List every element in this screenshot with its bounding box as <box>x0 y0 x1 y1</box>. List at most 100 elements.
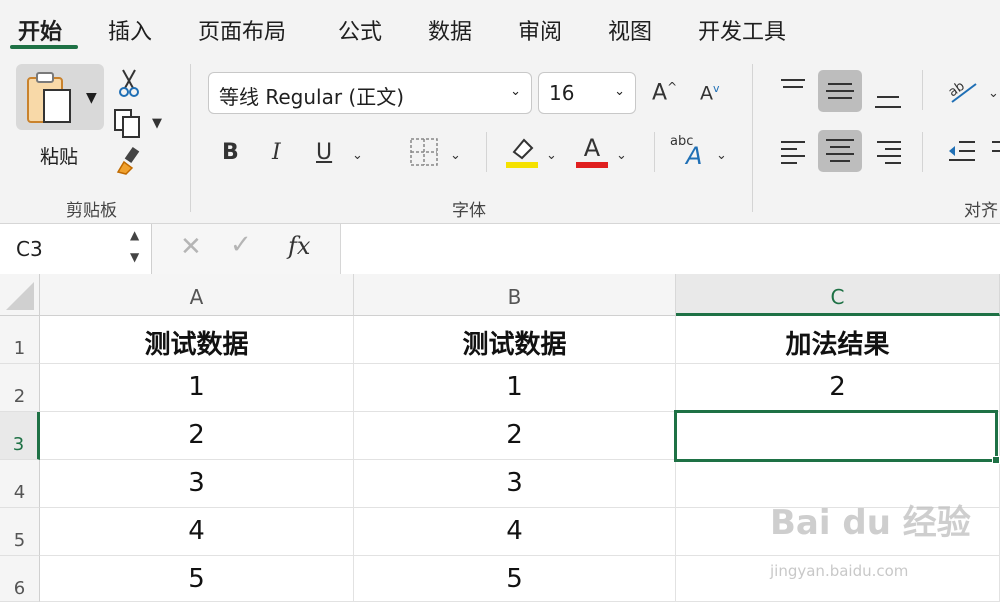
align-top-button[interactable] <box>778 76 808 100</box>
worksheet-grid: A B C 1 测试数据 测试数据 加法结果 2 1 1 2 3 2 2 4 3… <box>0 274 1000 602</box>
row-header-2[interactable]: 2 <box>0 364 40 412</box>
paste-button[interactable]: ▼ 粘贴 <box>16 64 104 186</box>
ribbon-separator <box>190 64 191 212</box>
brush-icon <box>116 146 140 175</box>
decrease-indent-button[interactable] <box>946 136 978 166</box>
font-color-dropdown-chevron-icon[interactable]: ⌄ <box>616 148 627 163</box>
active-cell-border <box>674 410 998 462</box>
cancel-icon[interactable]: ✕ <box>180 232 202 262</box>
chevron-down-icon: ⌄ <box>510 84 521 99</box>
increase-indent-icon <box>992 141 1000 152</box>
tab-home[interactable]: 开始 <box>18 14 62 46</box>
tab-developer[interactable]: 开发工具 <box>698 14 786 46</box>
row-header-3[interactable]: 3 <box>0 412 40 460</box>
align-bottom-button[interactable] <box>872 84 904 112</box>
ribbon-panel: ▼ 粘贴 ▼ 剪贴板 等线 Regular (正文) ⌄ 16 ⌄ A^ Av … <box>0 56 1000 224</box>
ribbon-separator <box>486 132 487 172</box>
ribbon-separator <box>922 132 923 172</box>
cell-c1[interactable]: 加法结果 <box>676 316 1000 364</box>
tab-data[interactable]: 数据 <box>428 14 472 46</box>
formula-controls: ✕ ✓ fx <box>152 224 340 274</box>
fill-handle[interactable] <box>992 456 1000 464</box>
select-all-triangle-icon <box>6 282 34 310</box>
ribbon-tab-bar: 开始 插入 页面布局 公式 数据 审阅 视图 开发工具 <box>0 0 1000 56</box>
shrink-font-button[interactable]: Av <box>700 82 720 104</box>
cell-b2[interactable]: 1 <box>354 364 676 412</box>
row-header-1[interactable]: 1 <box>0 316 40 364</box>
formula-bar: C3 ▲ ▼ ✕ ✓ fx <box>0 224 1000 274</box>
orientation-button[interactable]: ab <box>946 76 980 106</box>
borders-dropdown-chevron-icon[interactable]: ⌄ <box>450 148 461 163</box>
copy-icon <box>114 109 140 138</box>
tab-review[interactable]: 审阅 <box>518 14 562 46</box>
increase-indent-button[interactable] <box>992 136 1000 166</box>
row-header-5[interactable]: 5 <box>0 508 40 556</box>
baidu-watermark-url: jingyan.baidu.com <box>770 562 909 580</box>
column-header-a[interactable]: A <box>40 274 354 316</box>
column-header-c[interactable]: C <box>676 274 1000 316</box>
align-left-button[interactable] <box>778 136 808 166</box>
tab-view[interactable]: 视图 <box>608 14 652 46</box>
text-effects-button[interactable]: abc A <box>670 134 710 170</box>
select-all-button[interactable] <box>0 274 40 316</box>
cell-a5[interactable]: 4 <box>40 508 354 556</box>
highlight-dropdown-chevron-icon[interactable]: ⌄ <box>546 148 557 163</box>
underline-button[interactable]: U <box>316 140 332 165</box>
row-header-4[interactable]: 4 <box>0 460 40 508</box>
tab-formulas[interactable]: 公式 <box>338 14 382 46</box>
name-box[interactable]: C3 ▲ ▼ <box>0 224 152 274</box>
format-painter-button[interactable] <box>114 146 144 176</box>
row-header-6[interactable]: 6 <box>0 556 40 602</box>
cell-b3[interactable]: 2 <box>354 412 676 460</box>
align-center-button[interactable] <box>818 130 862 172</box>
paste-dropdown-chevron-icon[interactable]: ▼ <box>86 90 97 106</box>
font-color-button[interactable]: A <box>576 134 608 170</box>
formula-input[interactable] <box>340 224 1000 274</box>
font-name-value: 等线 Regular (正文) <box>219 85 405 109</box>
insert-function-button[interactable]: fx <box>288 232 310 260</box>
font-name-select[interactable]: 等线 Regular (正文) ⌄ <box>208 72 532 114</box>
cell-b4[interactable]: 3 <box>354 460 676 508</box>
fill-color-icon <box>506 138 538 168</box>
text-effects-dropdown-chevron-icon[interactable]: ⌄ <box>716 148 727 163</box>
align-left-icon <box>781 141 805 164</box>
align-bottom-icon <box>875 96 901 108</box>
cell-b6[interactable]: 5 <box>354 556 676 602</box>
borders-button[interactable] <box>408 136 440 168</box>
italic-button[interactable]: I <box>272 140 281 165</box>
align-middle-icon <box>826 83 854 99</box>
cell-c2[interactable]: 2 <box>676 364 1000 412</box>
active-tab-indicator <box>10 45 78 49</box>
cell-a1[interactable]: 测试数据 <box>40 316 354 364</box>
cell-a4[interactable]: 3 <box>40 460 354 508</box>
decrease-indent-icon <box>949 141 975 161</box>
cell-a3[interactable]: 2 <box>40 412 354 460</box>
highlight-button[interactable] <box>506 134 538 170</box>
clipboard-group-label: 剪贴板 <box>66 201 117 221</box>
cell-a6[interactable]: 5 <box>40 556 354 602</box>
name-box-down-icon[interactable]: ▼ <box>130 250 139 264</box>
tab-page-layout[interactable]: 页面布局 <box>198 14 286 46</box>
copy-button[interactable] <box>112 108 142 138</box>
tab-insert[interactable]: 插入 <box>108 14 152 46</box>
font-size-value: 16 <box>549 81 575 105</box>
copy-dropdown-chevron-icon[interactable]: ▼ <box>152 116 162 131</box>
align-right-button[interactable] <box>874 136 904 166</box>
bold-button[interactable]: B <box>222 140 239 165</box>
font-size-select[interactable]: 16 ⌄ <box>538 72 636 114</box>
align-center-icon <box>826 139 854 162</box>
underline-dropdown-chevron-icon[interactable]: ⌄ <box>352 148 363 163</box>
cell-b5[interactable]: 4 <box>354 508 676 556</box>
font-color-icon: A <box>583 134 601 162</box>
cell-a2[interactable]: 1 <box>40 364 354 412</box>
scissors-icon <box>119 69 139 97</box>
cut-button[interactable] <box>116 68 142 98</box>
cell-b1[interactable]: 测试数据 <box>354 316 676 364</box>
name-box-up-icon[interactable]: ▲ <box>130 228 139 242</box>
orientation-dropdown-chevron-icon[interactable]: ⌄ <box>988 86 999 101</box>
confirm-check-icon[interactable]: ✓ <box>230 230 252 260</box>
grow-font-button[interactable]: A^ <box>652 80 677 105</box>
column-header-b[interactable]: B <box>354 274 676 316</box>
align-middle-button[interactable] <box>818 70 862 112</box>
name-box-value: C3 <box>16 237 43 261</box>
